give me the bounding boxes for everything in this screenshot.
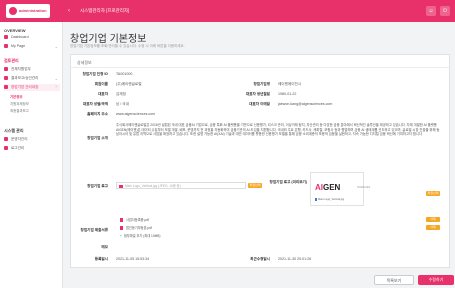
logout-icon[interactable]: ⏻ xyxy=(440,6,450,16)
logo-preview-file[interactable]: Main Logo_Vertical.jpg xyxy=(315,198,344,201)
field-value-company-name: 에이젠에이전시 xyxy=(278,82,302,86)
field-value-intro: 주식회사에이젠글로벌은 2016년 설립된 국내 대표 금융AI 기업으로, 금… xyxy=(116,123,440,137)
field-label-company-name: 창업기업명 xyxy=(253,82,270,86)
chevron-down-icon: ⌄ xyxy=(54,44,58,49)
add-file-button[interactable]: + 첨부파일 추가 (최대 10MB) xyxy=(120,233,160,238)
chevron-left-icon[interactable]: ‹ xyxy=(68,8,70,14)
field-label-mod-date: 최근수정일시 xyxy=(250,257,270,261)
user-icon[interactable]: ☺ xyxy=(426,6,436,16)
sidebar-item-label: 로그관리 xyxy=(11,146,25,150)
logo-preview-file-name: Main Logo_Vertical.jpg xyxy=(318,198,345,202)
image-icon xyxy=(119,184,123,188)
app-logo[interactable]: administration xyxy=(6,4,50,18)
field-label-gender-nationality: 대표자 성별/국적 xyxy=(82,102,108,106)
field-value-homepage[interactable]: www.aigensciences.com xyxy=(116,112,155,116)
logo-preview-brand: AIGEN xyxy=(315,183,340,192)
field-value-birth: 1980-01-22 xyxy=(278,92,297,96)
field-value-reg-date: 2021-11-05 15:53:34 xyxy=(116,257,150,261)
sidebar-item-label: 결과보고/승인관리 xyxy=(11,76,39,80)
sidebar-item-label: My Page xyxy=(11,44,26,48)
field-label-logo: 창업기업 로고 xyxy=(87,184,108,188)
log-icon xyxy=(4,146,8,151)
doc-file-1-name: 사업자등록증.pdf xyxy=(126,218,149,222)
user-icon xyxy=(4,44,8,49)
pdf-icon xyxy=(120,218,123,223)
top-bar: administration ‹ 시스템관리자 [프로관리자] ☺ ⏻ xyxy=(0,0,455,22)
sidebar-subitem-final-report[interactable]: 최종결과보고 xyxy=(10,108,29,113)
field-label-homepage: 홈페이지 주소 xyxy=(87,112,108,116)
sidebar-item-label: 운영자관리 xyxy=(11,137,28,141)
users-icon xyxy=(4,137,8,142)
field-label-reg-date: 등록일시 xyxy=(94,257,108,261)
page-title: 창업기업 기본정보 xyxy=(70,34,147,45)
field-label-company-id: 창업기업 인정 ID xyxy=(82,72,108,76)
pdf-icon xyxy=(120,226,123,231)
field-value-company-id: TA001000 xyxy=(116,72,133,76)
sidebar-item-dashboard[interactable]: Dashboard xyxy=(4,34,60,41)
sidebar-item-label: 창업기업 관리대장 xyxy=(11,85,39,89)
page-subtitle: 창업기업 기본정보를 조회/관리할 수 있습니다. 수정 시 아래 버튼을 이용… xyxy=(70,44,185,48)
plus-icon: + xyxy=(120,234,122,238)
sidebar-item-all-support[interactable]: 전체지원업무 xyxy=(4,66,60,73)
sidebar-section-overview: OVERVIEW xyxy=(4,28,26,33)
card-title: 상세정보 xyxy=(77,60,92,65)
field-label-member-name: 회원이름 xyxy=(94,82,108,86)
logo-preview-button[interactable]: 파일선택 xyxy=(426,191,440,196)
sidebar-item-operators[interactable]: 운영자관리 xyxy=(4,136,60,143)
doc-file-1[interactable]: 사업자등록증.pdf xyxy=(120,217,149,223)
logo-preview-brand-b: GEN xyxy=(323,183,341,192)
logo-preview: AIGEN SCIENCES Main Logo_Vertical.jpg xyxy=(310,172,370,206)
field-value-mod-date: 2021-11-30 20:01:26 xyxy=(278,257,312,261)
logo-file-input[interactable]: Main Logo_Vertical.jpg (JPEG, 16종 등) xyxy=(116,182,246,189)
field-value-member-name: (주)에이젠글로벌 xyxy=(116,82,142,86)
field-value-gender-nationality: 남 / 국내 xyxy=(116,102,129,106)
logo-text: administration xyxy=(19,8,47,13)
dashboard-icon xyxy=(4,35,8,40)
sidebar-item-logs[interactable]: 로그관리 xyxy=(4,145,60,152)
add-file-label: 첨부파일 추가 (최대 10MB) xyxy=(123,234,161,238)
chevron-down-icon: ⌄ xyxy=(54,76,58,81)
sidebar-subitem-basic-info[interactable]: 기본정보 xyxy=(10,94,22,99)
sidebar-item-company-ledger[interactable]: 창업기업 관리대장 ⌃ xyxy=(4,84,60,91)
list-icon xyxy=(4,67,8,72)
chevron-up-icon: ⌃ xyxy=(54,85,58,90)
logo-preview-suffix: SCIENCES xyxy=(357,186,371,189)
doc-file-2-name: 법인등기부등본.pdf xyxy=(126,226,152,230)
logo-file-select-button[interactable]: 파일선택 xyxy=(248,183,262,188)
breadcrumb: 시스템관리자 [프로관리자] xyxy=(80,8,130,13)
sidebar: OVERVIEW Dashboard My Page ⌄ 검토관리 전체지원업무 … xyxy=(0,22,63,288)
report-icon xyxy=(4,76,8,81)
doc-file-2[interactable]: 법인등기부등본.pdf xyxy=(120,225,152,231)
logo-preview-brand-a: AI xyxy=(315,183,323,192)
sidebar-section-review: 검토관리 xyxy=(4,58,19,63)
field-label-memo: 메모 xyxy=(101,245,108,249)
field-label-birth: 대표자 생년월일 xyxy=(245,92,270,96)
field-value-email: jaewon.kang@aigensciences.com xyxy=(278,102,333,106)
field-label-intro: 창업기업 소개 xyxy=(87,136,108,140)
sidebar-item-mypage[interactable]: My Page ⌄ xyxy=(4,43,60,50)
field-label-logo-preview-line1: 창업기업 로고 (미리보기) xyxy=(270,180,307,185)
sidebar-subitem-project-info[interactable]: 지원과제정보 xyxy=(10,101,29,106)
sidebar-item-result-report[interactable]: 결과보고/승인관리 ⌄ xyxy=(4,75,60,82)
divider xyxy=(71,67,449,68)
field-label-logo-preview: 창업기업 로고 (미리보기) xyxy=(269,180,307,184)
sidebar-item-label: 전체지원업무 xyxy=(11,67,31,71)
edit-button[interactable]: 수정하기 xyxy=(418,275,454,285)
logo-file-input-text: Main Logo_Vertical.jpg (JPEG, 16종 등) xyxy=(125,184,181,188)
file-icon xyxy=(315,198,317,201)
field-label-docs: 창업기업 제출서류 xyxy=(80,228,108,232)
logo-mark-icon xyxy=(9,7,17,15)
sidebar-item-label: Dashboard xyxy=(11,35,29,39)
sidebar-section-system: 시스템 관리 xyxy=(4,128,24,133)
doc-file-2-delete-button[interactable]: 삭제 xyxy=(426,225,440,230)
field-label-ceo: 대표자 xyxy=(98,92,108,96)
doc-file-1-delete-button[interactable]: 삭제 xyxy=(426,217,440,222)
field-label-email: 대표자 이메일 xyxy=(249,102,270,106)
field-value-ceo: 김재정 xyxy=(116,92,126,96)
building-icon xyxy=(4,85,8,90)
list-button[interactable]: 목록보기 xyxy=(374,275,414,285)
